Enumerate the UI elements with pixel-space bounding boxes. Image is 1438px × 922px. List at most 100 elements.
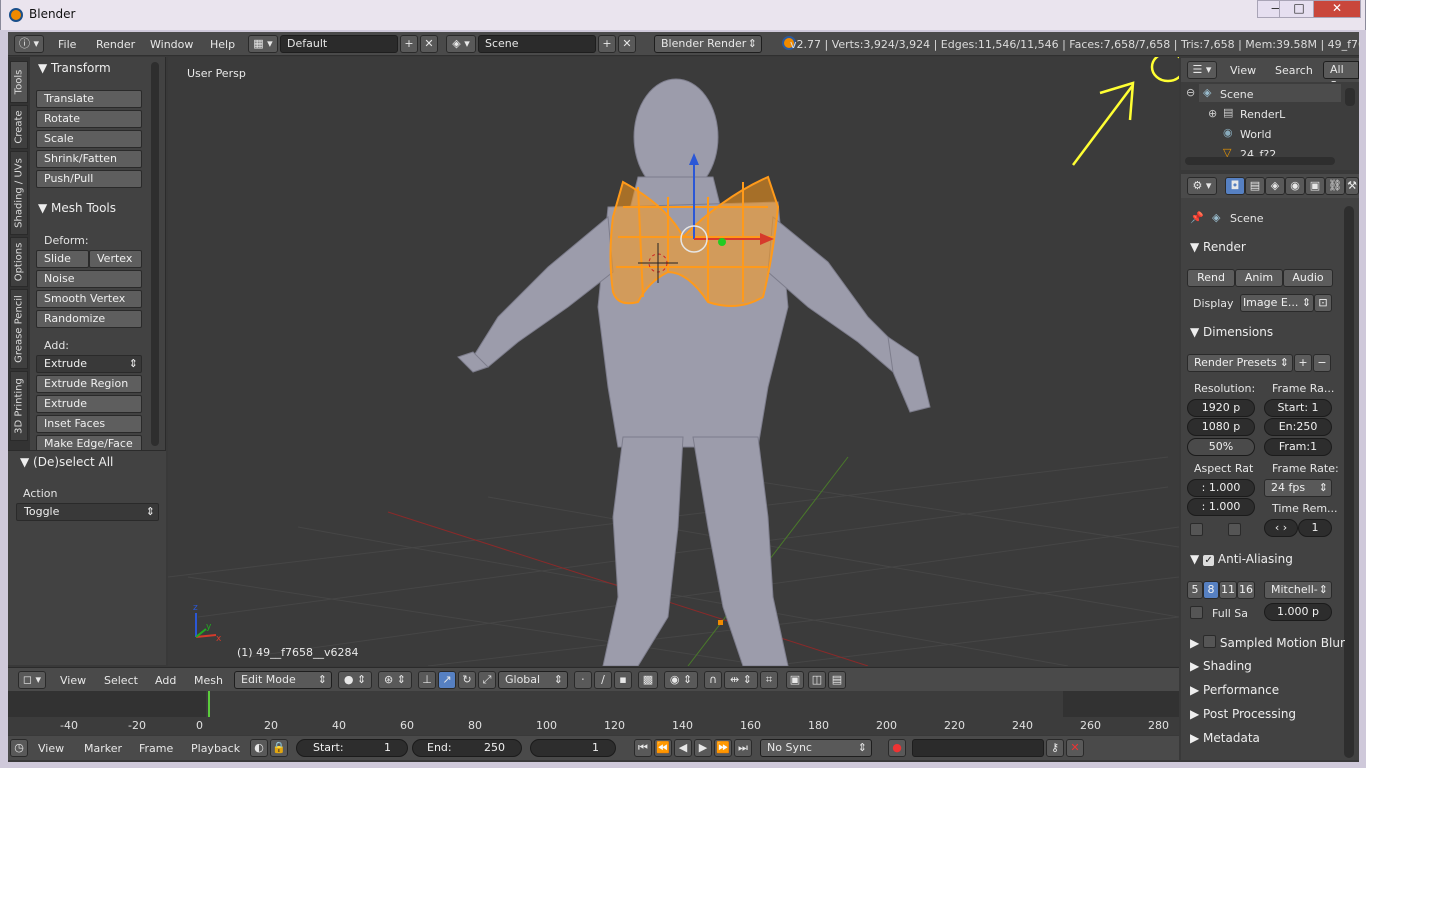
noise-button[interactable]: Noise (36, 270, 142, 288)
play-icon[interactable]: ▶ (694, 739, 712, 757)
occlude-icon[interactable]: ▩ (638, 671, 658, 689)
current-frame-field[interactable]: 1 (530, 739, 616, 757)
outliner-item-renderlayers[interactable]: RenderL (1240, 108, 1285, 121)
proportional-icon[interactable]: ◉ ⇕ (664, 671, 698, 689)
toolshelf-scrollbar[interactable] (151, 62, 159, 446)
snap-element-icon[interactable]: ⇹ ⇕ (724, 671, 758, 689)
display-select[interactable]: Image E... ⇕ (1240, 294, 1314, 312)
pivot-icon[interactable]: ⊛ ⇕ (378, 671, 412, 689)
start-frame-prop-field[interactable]: Start: 1 (1264, 399, 1332, 417)
display-lock-icon[interactable]: ⊡ (1314, 294, 1332, 312)
face-select-icon[interactable]: ▪ (614, 671, 632, 689)
constraints-tab-icon[interactable]: ⛓ (1325, 177, 1345, 195)
scale-button[interactable]: Scale (36, 130, 142, 148)
render-presets-select[interactable]: Render Presets ⇕ (1187, 354, 1293, 372)
timeline-editor-icon[interactable]: ◷ (10, 739, 28, 757)
deselect-panel-header[interactable]: ▼ (De)select All (20, 455, 113, 469)
play-reverse-icon[interactable]: ◀ (674, 739, 692, 757)
tab-create[interactable]: Create (10, 105, 28, 149)
outliner-item-world[interactable]: World (1240, 128, 1272, 141)
border-checkbox[interactable] (1190, 523, 1203, 536)
aa-filter-select[interactable]: Mitchell- ⇕ (1264, 581, 1332, 599)
properties-editor-icon[interactable]: ⚙ ▾ (1187, 177, 1217, 195)
vp-menu-mesh[interactable]: Mesh (194, 674, 223, 687)
post-processing-panel-header[interactable]: ▶ Post Processing (1190, 707, 1296, 721)
aa-sample-16[interactable]: 16 (1237, 581, 1255, 599)
keying-icon[interactable]: ◐ (250, 739, 268, 757)
layout-field[interactable]: Default (280, 35, 398, 53)
remove-layout-icon[interactable]: ✕ (420, 35, 438, 53)
transform-panel-header[interactable]: ▼ Transform (38, 61, 111, 75)
scale-manip-icon[interactable]: ⤢ (478, 671, 496, 689)
translate-button[interactable]: Translate (36, 90, 142, 108)
resolution-y-field[interactable]: 1080 p (1187, 418, 1255, 436)
performance-panel-header[interactable]: ▶ Performance (1190, 683, 1279, 697)
add-scene-icon[interactable]: + (598, 35, 616, 53)
outliner-editor-icon[interactable]: ☰ ▾ (1187, 61, 1217, 79)
render-animation-button[interactable]: Anim (1235, 269, 1283, 287)
add-preset-icon[interactable]: + (1294, 354, 1312, 372)
aa-sample-5[interactable]: 5 (1187, 581, 1203, 599)
antialiasing-panel-header[interactable]: ▼ ✓ Anti-Aliasing (1190, 552, 1293, 566)
scene-tab-icon[interactable]: ◈ (1265, 177, 1285, 195)
shading-panel-header[interactable]: ▶ Shading (1190, 659, 1252, 673)
jump-end-icon[interactable]: ⏭ (734, 739, 752, 757)
time-remap-old-field[interactable]: ‹ › (1264, 519, 1298, 537)
outliner-item-object[interactable]: 24_f?2 (1240, 148, 1276, 156)
outliner-hscroll[interactable] (1185, 157, 1335, 165)
render-still-button[interactable]: Rend (1187, 269, 1235, 287)
3d-viewport[interactable]: z y x (167, 51, 1186, 667)
expand-icon[interactable]: ⊕ (1208, 107, 1217, 120)
object-tab-icon[interactable]: ▣ (1305, 177, 1325, 195)
aspect-x-field[interactable]: : 1.000 (1187, 479, 1255, 497)
modifiers-tab-icon[interactable]: ⚒ (1345, 177, 1359, 195)
timeline[interactable]: -40 -20 0 20 40 60 80 100 120 140 160 180 200 220 240 2… (8, 691, 1179, 735)
aa-size-field[interactable]: 1.000 p (1264, 603, 1332, 621)
motion-blur-checkbox[interactable] (1203, 635, 1217, 648)
next-key-icon[interactable]: ⏩ (714, 739, 732, 757)
tab-shading-uvs[interactable]: Shading / UVs (10, 151, 28, 235)
aa-sample-11[interactable]: 11 (1219, 581, 1237, 599)
randomize-button[interactable]: Randomize (36, 310, 142, 328)
metadata-panel-header[interactable]: ▶ Metadata (1190, 731, 1260, 745)
scene-field[interactable]: Scene (478, 35, 596, 53)
tab-tools[interactable]: Tools (10, 61, 28, 103)
expand-icon[interactable]: ⊖ (1186, 86, 1195, 99)
close-button[interactable]: ✕ (1313, 0, 1361, 18)
render-engine-select[interactable]: Blender Render ⇕ (654, 35, 762, 53)
render-tab-icon[interactable]: ◘ (1225, 177, 1245, 195)
outliner-item-scene[interactable]: Scene (1220, 88, 1254, 101)
rotate-button[interactable]: Rotate (36, 110, 142, 128)
render-panel-header[interactable]: ▼ Render (1190, 240, 1246, 254)
shading-mode-icon[interactable]: ● ⇕ (338, 671, 372, 689)
vp-menu-select[interactable]: Select (104, 674, 138, 687)
end-frame-prop-field[interactable]: En:250 (1264, 418, 1332, 436)
aa-sample-8[interactable]: 8 (1203, 581, 1219, 599)
layout-icon[interactable]: ▦ ▾ (248, 35, 278, 53)
keying-set-field[interactable] (912, 739, 1044, 757)
record-icon[interactable]: ● (888, 739, 906, 757)
extrude-dropdown[interactable]: Extrude ⇕ (36, 355, 142, 373)
start-frame-field[interactable]: Start: 1 (296, 739, 408, 757)
inset-faces-button[interactable]: Inset Faces (36, 415, 142, 433)
viewport-canvas[interactable]: z y x (167, 51, 1186, 667)
properties-scrollbar[interactable] (1344, 206, 1354, 758)
slide-vertex-button[interactable]: Vertex (89, 250, 142, 268)
scene-icon[interactable]: ◈ ▾ (446, 35, 476, 53)
antialiasing-checkbox[interactable]: ✓ (1203, 555, 1215, 566)
lock-range-icon[interactable]: 🔒 (270, 739, 288, 757)
manipulator-icon[interactable]: ⊥ (418, 671, 436, 689)
action-dropdown[interactable]: Toggle ⇕ (16, 503, 159, 521)
aspect-y-field[interactable]: : 1.000 (1187, 498, 1255, 516)
tl-menu-marker[interactable]: Marker (84, 742, 122, 755)
sync-select[interactable]: No Sync ⇕ (760, 739, 872, 757)
tl-menu-playback[interactable]: Playback (191, 742, 240, 755)
end-frame-field[interactable]: End: 250 (412, 739, 522, 757)
menu-render[interactable]: Render (96, 38, 135, 51)
remove-preset-icon[interactable]: − (1313, 354, 1331, 372)
resolution-percent-field[interactable]: 50% (1187, 438, 1255, 456)
snap-target-icon[interactable]: ⌗ (760, 671, 778, 689)
translate-manip-icon[interactable]: ↗ (438, 671, 456, 689)
push-pull-button[interactable]: Push/Pull (36, 170, 142, 188)
dimensions-panel-header[interactable]: ▼ Dimensions (1190, 325, 1273, 339)
